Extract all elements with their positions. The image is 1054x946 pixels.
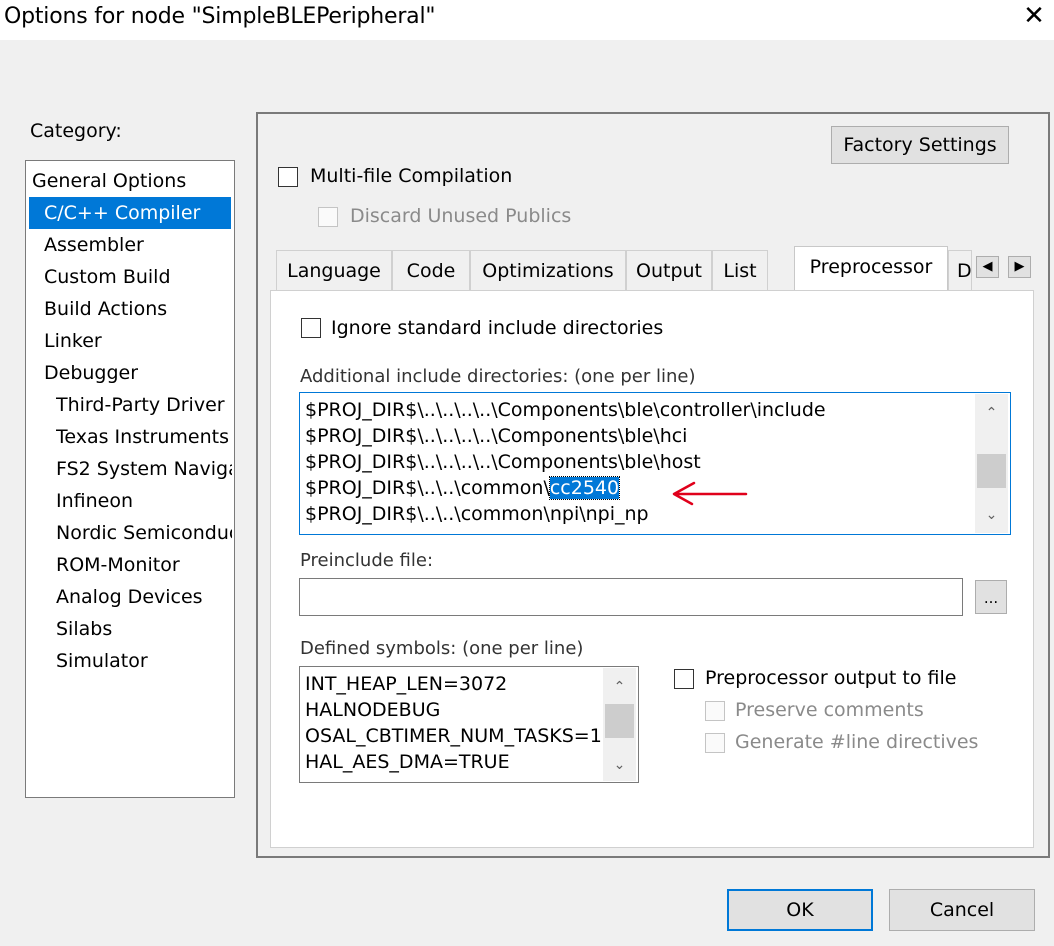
include-dirs-label: Additional include directories: (one per… bbox=[300, 366, 696, 387]
generate-line-directives-checkbox bbox=[705, 733, 725, 753]
title-bar: Options for node "SimpleBLEPeripheral" ✕ bbox=[0, 0, 1054, 40]
include-line: $PROJ_DIR$\..\..\common\cc2540 bbox=[305, 476, 621, 500]
tab-scroll-right-icon[interactable]: ▶ bbox=[1008, 256, 1031, 278]
tab-diagnostics-partial[interactable]: D bbox=[948, 250, 972, 290]
tab-optimizations[interactable]: Optimizations bbox=[470, 250, 626, 290]
generate-line-directives-label: Generate #line directives bbox=[735, 731, 979, 753]
category-item-debugger[interactable]: Debugger bbox=[44, 357, 138, 389]
category-item-nordic-semiconductor[interactable]: Nordic Semiconductor bbox=[56, 517, 232, 549]
category-item-third-party-driver[interactable]: Third-Party Driver bbox=[56, 389, 232, 421]
close-icon[interactable]: ✕ bbox=[1014, 0, 1054, 34]
category-list[interactable]: General Options C/C++ Compiler Assembler… bbox=[25, 160, 235, 798]
include-line: $PROJ_DIR$\..\..\..\..\Components\ble\ho… bbox=[305, 451, 701, 473]
include-dirs-textarea[interactable]: $PROJ_DIR$\..\..\..\..\Components\ble\co… bbox=[299, 392, 1011, 535]
window-title: Options for node "SimpleBLEPeripheral" bbox=[4, 4, 436, 29]
category-item-rom-monitor[interactable]: ROM-Monitor bbox=[56, 549, 232, 581]
include-line: $PROJ_DIR$\..\..\..\..\Components\ble\co… bbox=[305, 399, 826, 421]
category-item-custom-build[interactable]: Custom Build bbox=[44, 261, 171, 293]
cancel-button[interactable]: Cancel bbox=[889, 889, 1035, 931]
multifile-compilation-label: Multi-file Compilation bbox=[310, 165, 513, 187]
ignore-std-includes-checkbox[interactable] bbox=[301, 318, 321, 338]
tab-preprocessor[interactable]: Preprocessor bbox=[794, 246, 948, 290]
category-item-build-actions[interactable]: Build Actions bbox=[44, 293, 167, 325]
defined-symbol-line: HALNODEBUG bbox=[305, 699, 441, 721]
scroll-up-icon[interactable]: ⌃ bbox=[975, 400, 1008, 426]
include-line-prefix: $PROJ_DIR$\..\..\common\ bbox=[305, 477, 550, 499]
scroll-up-icon[interactable]: ⌃ bbox=[603, 674, 636, 700]
discard-unused-publics-checkbox bbox=[318, 207, 338, 227]
factory-settings-button[interactable]: Factory Settings bbox=[831, 126, 1009, 164]
discard-unused-publics-label: Discard Unused Publics bbox=[350, 205, 572, 227]
selected-text: cc2540 bbox=[548, 476, 621, 500]
category-item-general-options[interactable]: General Options bbox=[32, 165, 186, 197]
defined-symbols-textarea[interactable]: INT_HEAP_LEN=3072 HALNODEBUG OSAL_CBTIME… bbox=[299, 666, 639, 783]
category-item-fs2-system-navigator[interactable]: FS2 System Navigator bbox=[56, 453, 232, 485]
defined-symbols-scrollbar[interactable]: ⌃ ⌄ bbox=[603, 668, 636, 781]
preserve-comments-checkbox bbox=[705, 701, 725, 721]
scroll-down-icon[interactable]: ⌄ bbox=[603, 752, 636, 778]
defined-symbol-line: INT_HEAP_LEN=3072 bbox=[305, 673, 508, 695]
ok-button[interactable]: OK bbox=[727, 889, 873, 931]
scroll-thumb[interactable] bbox=[977, 454, 1006, 488]
tab-scroll-left-icon[interactable]: ◀ bbox=[976, 256, 999, 278]
category-label: Category: bbox=[30, 120, 122, 142]
category-item-texas-instruments[interactable]: Texas Instruments bbox=[56, 421, 232, 453]
category-item-analog-devices[interactable]: Analog Devices bbox=[56, 581, 232, 613]
preprocessor-output-label: Preprocessor output to file bbox=[705, 667, 957, 689]
red-arrow-annotation bbox=[672, 481, 748, 506]
preprocessor-output-checkbox[interactable] bbox=[674, 669, 694, 689]
preinclude-browse-button[interactable]: ... bbox=[975, 580, 1007, 614]
include-line: $PROJ_DIR$\..\..\..\..\Components\ble\hc… bbox=[305, 425, 688, 447]
ignore-std-includes-label: Ignore standard include directories bbox=[331, 317, 664, 339]
scroll-thumb[interactable] bbox=[605, 704, 634, 738]
preinclude-input[interactable] bbox=[299, 578, 963, 616]
multifile-compilation-checkbox[interactable] bbox=[278, 167, 298, 187]
preserve-comments-label: Preserve comments bbox=[735, 699, 924, 721]
defined-symbol-line: OSAL_CBTIMER_NUM_TASKS=1 bbox=[305, 725, 602, 747]
tab-output[interactable]: Output bbox=[626, 250, 712, 290]
tab-code[interactable]: Code bbox=[392, 250, 470, 290]
defined-symbols-label: Defined symbols: (one per line) bbox=[300, 638, 584, 659]
tab-language[interactable]: Language bbox=[276, 250, 392, 290]
category-item-simulator[interactable]: Simulator bbox=[56, 645, 232, 677]
scroll-down-icon[interactable]: ⌄ bbox=[975, 502, 1008, 528]
include-scrollbar[interactable]: ⌃ ⌄ bbox=[975, 394, 1008, 533]
category-item-infineon[interactable]: Infineon bbox=[56, 485, 232, 517]
include-line: $PROJ_DIR$\..\..\common\npi\npi_np bbox=[305, 503, 649, 525]
category-item-c-cpp-compiler[interactable]: C/C++ Compiler bbox=[29, 197, 231, 229]
category-item-silabs[interactable]: Silabs bbox=[56, 613, 232, 645]
tab-list[interactable]: List bbox=[712, 250, 768, 290]
preinclude-label: Preinclude file: bbox=[300, 550, 434, 571]
category-item-linker[interactable]: Linker bbox=[44, 325, 102, 357]
defined-symbol-line: HAL_AES_DMA=TRUE bbox=[305, 751, 510, 773]
category-item-assembler[interactable]: Assembler bbox=[44, 229, 144, 261]
